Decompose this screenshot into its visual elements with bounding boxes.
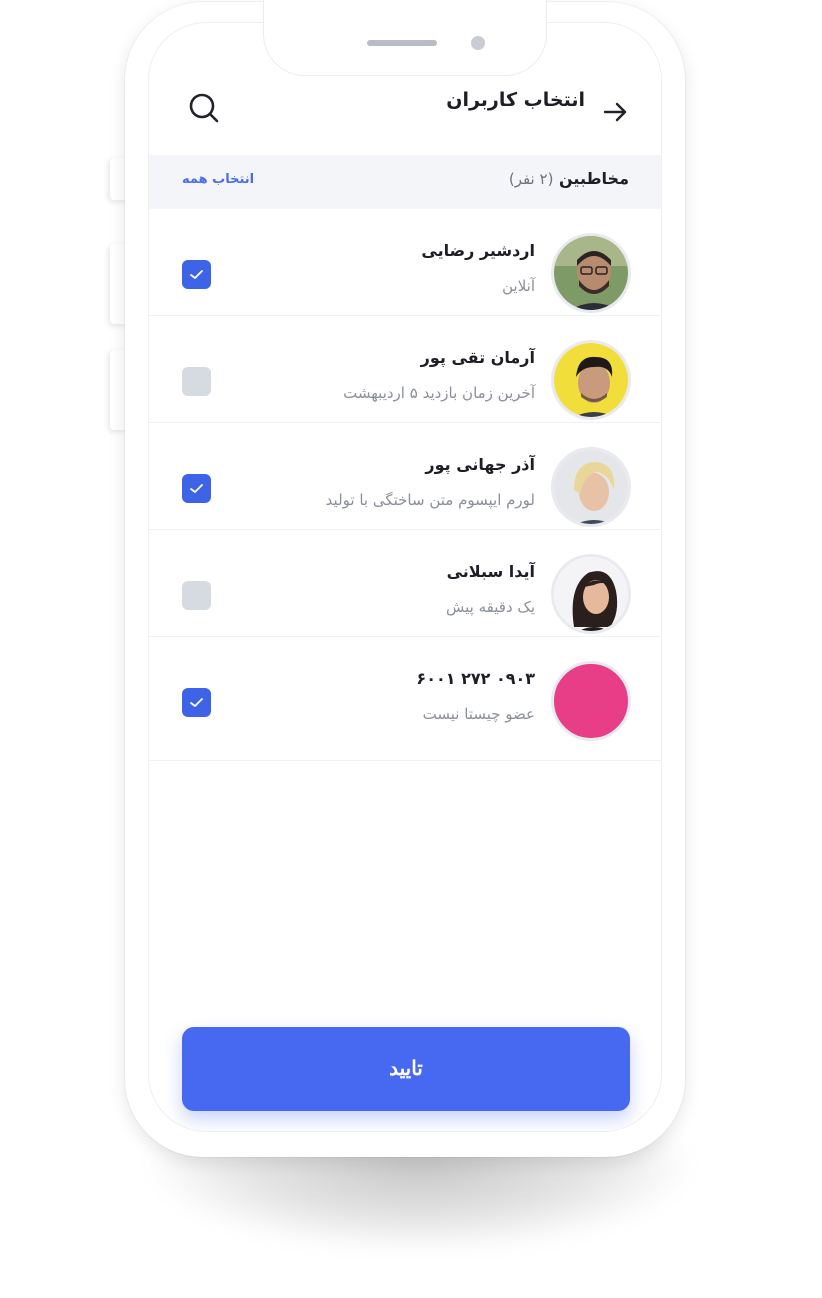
contact-checkbox[interactable] <box>182 367 211 396</box>
checkmark-icon <box>190 270 203 279</box>
selected-count: (۲ نفر) <box>508 170 554 188</box>
contact-checkbox[interactable] <box>182 581 211 610</box>
avatar <box>551 340 631 420</box>
contact-checkbox[interactable] <box>182 260 211 289</box>
front-camera <box>471 36 485 50</box>
contact-list: اردشیر رضایی آنلاین آرمان تقی پور آخرین … <box>149 209 661 761</box>
page-title: انتخاب کاربران <box>446 89 585 111</box>
section-title-label: مخاطبین <box>559 169 629 188</box>
contact-status: لورم ایپسوم متن ساختگی با تولید <box>325 491 535 509</box>
avatar-placeholder <box>551 661 631 741</box>
checkmark-icon <box>190 698 203 707</box>
confirm-button[interactable]: تایید <box>182 1027 630 1111</box>
contact-row[interactable]: آرمان تقی پور آخرین زمان بازدید ۵ اردیبه… <box>149 316 661 423</box>
contact-name: آرمان تقی پور <box>420 348 535 367</box>
select-all-link[interactable]: انتخاب همه <box>182 172 254 187</box>
contact-phone-number: ۰۹۰۳ ۲۷۲ ۶۰۰۱ <box>416 669 535 688</box>
contact-status: آنلاین <box>502 277 535 295</box>
contact-name: آذر جهانی پور <box>425 455 535 474</box>
contact-name: آیدا سبلانی <box>446 562 535 581</box>
contact-row[interactable]: آذر جهانی پور لورم ایپسوم متن ساختگی با … <box>149 423 661 530</box>
phone-notch <box>263 0 547 76</box>
arrow-right-icon[interactable] <box>597 93 633 129</box>
contact-status: یک دقیقه پیش <box>446 598 535 616</box>
avatar <box>551 554 631 634</box>
contact-status: آخرین زمان بازدید ۵ اردیبهشت <box>343 384 535 402</box>
app-screen: انتخاب کاربران مخاطبین (۲ نفر) انتخاب هم… <box>148 22 662 1132</box>
contact-status: عضو چیستا نیست <box>422 705 535 723</box>
contact-name: اردشیر رضایی <box>421 241 535 260</box>
contact-row[interactable]: آیدا سبلانی یک دقیقه پیش <box>149 530 661 637</box>
section-title: مخاطبین (۲ نفر) <box>509 169 629 188</box>
avatar <box>551 447 631 527</box>
contact-row[interactable]: اردشیر رضایی آنلاین <box>149 209 661 316</box>
speaker-grille <box>367 40 437 46</box>
search-icon[interactable] <box>187 91 221 127</box>
avatar <box>551 233 631 313</box>
app-header: انتخاب کاربران <box>149 83 661 153</box>
contact-row[interactable]: ۰۹۰۳ ۲۷۲ ۶۰۰۱ عضو چیستا نیست <box>149 637 661 761</box>
contact-checkbox[interactable] <box>182 688 211 717</box>
contact-checkbox[interactable] <box>182 474 211 503</box>
checkmark-icon <box>190 484 203 493</box>
contacts-section-bar: مخاطبین (۲ نفر) انتخاب همه <box>149 155 661 209</box>
